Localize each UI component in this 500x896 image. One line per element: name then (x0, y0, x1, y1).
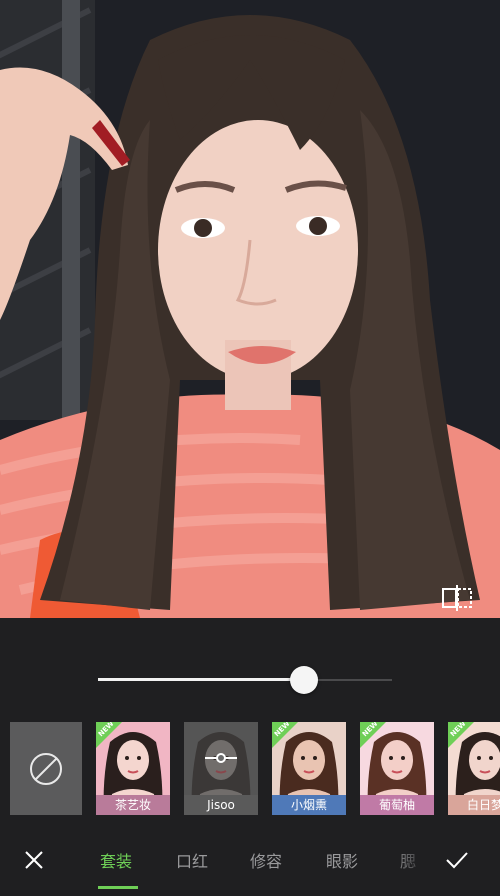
slider-thumb[interactable] (289, 666, 318, 694)
compare-icon (442, 585, 472, 611)
look-tile[interactable]: NEW 茶艺妆 (96, 722, 170, 815)
tab-eyeshadow[interactable]: 眼影 (326, 848, 358, 872)
portrait-image (0, 0, 500, 618)
photo-preview (0, 0, 500, 618)
no-makeup-button[interactable] (10, 722, 82, 815)
confirm-button[interactable] (444, 848, 470, 872)
tab-contour[interactable]: 修容 (250, 848, 282, 872)
check-icon (446, 852, 468, 869)
intensity-slider[interactable] (98, 666, 392, 694)
look-tile[interactable]: Jisoo (184, 722, 258, 815)
no-filter-icon (30, 752, 62, 785)
close-icon (25, 851, 43, 869)
tab-set[interactable]: 套装 (100, 848, 132, 872)
look-tile[interactable]: NEW 小烟熏 (272, 722, 346, 815)
tabs-fade (390, 840, 430, 870)
look-label: 小烟熏 (272, 795, 346, 815)
tab-lipstick[interactable]: 口红 (176, 848, 208, 872)
compare-button[interactable] (440, 584, 474, 612)
cancel-button[interactable] (22, 848, 46, 872)
active-tab-indicator (98, 886, 138, 889)
look-label: Jisoo (184, 795, 258, 815)
look-list: NEW 茶艺妆 Jisoo NEW 小烟熏 NEW 葡萄柚 NEW 白日梦 (96, 722, 500, 817)
look-label: 茶艺妆 (96, 795, 170, 815)
look-label: 白日梦 (448, 795, 500, 815)
slider-fill (98, 678, 304, 681)
look-tile[interactable]: NEW 葡萄柚 (360, 722, 434, 815)
look-label: 葡萄柚 (360, 795, 434, 815)
look-tile[interactable]: NEW 白日梦 (448, 722, 500, 815)
